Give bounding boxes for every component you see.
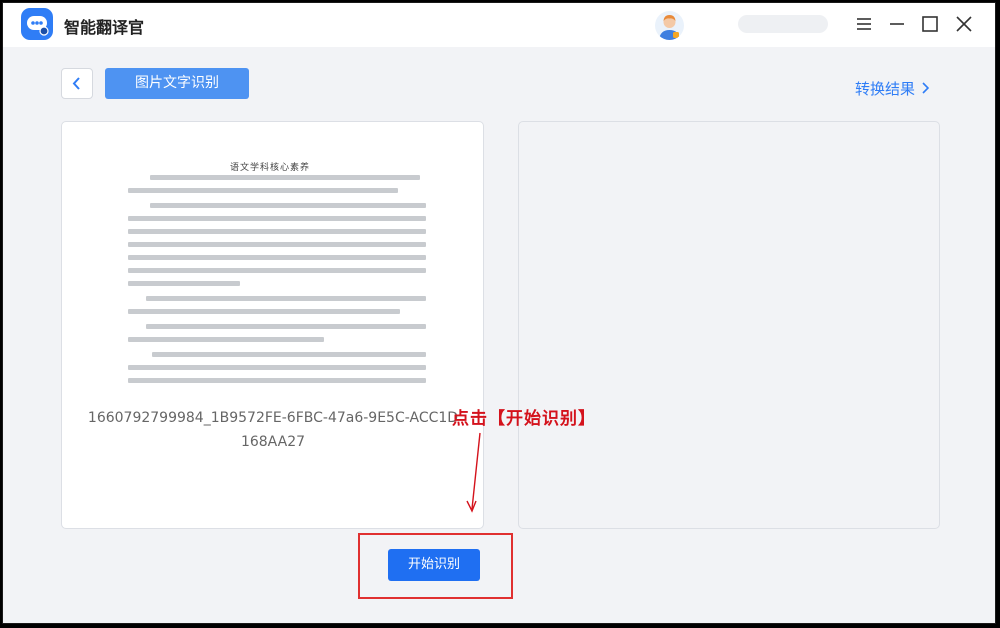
- doc-text-line: [152, 352, 426, 357]
- doc-text-line: [128, 242, 426, 247]
- tab-image-text-recognition[interactable]: 图片文字识别: [105, 68, 249, 99]
- doc-text-line: [128, 255, 426, 260]
- menu-icon[interactable]: [853, 13, 875, 35]
- doc-text-line: [150, 175, 420, 180]
- doc-text-line: [128, 229, 426, 234]
- conversion-result-link[interactable]: 转换结果: [855, 78, 930, 99]
- back-button[interactable]: [61, 68, 93, 99]
- title-bar: 智能翻译官: [3, 3, 995, 47]
- doc-text-line: [128, 378, 426, 383]
- doc-text-line: [128, 337, 324, 342]
- document-image-preview: 语文学科核心素养: [128, 158, 428, 388]
- chevron-left-icon: [72, 77, 80, 90]
- instruction-annotation: 点击【开始识别】: [452, 409, 596, 429]
- doc-text-line: [128, 365, 426, 370]
- maximize-icon[interactable]: [919, 13, 941, 35]
- user-avatar[interactable]: [655, 11, 684, 40]
- doc-text-line: [146, 296, 426, 301]
- doc-text-line: [128, 268, 426, 273]
- minimize-icon[interactable]: [886, 13, 908, 35]
- close-icon[interactable]: [953, 13, 975, 35]
- image-file-name: 1660792799984_1B9572FE-6FBC-47a6-9E5C-AC…: [87, 410, 459, 450]
- chevron-right-icon: [921, 80, 930, 98]
- annotation-arrow-icon: [466, 432, 481, 513]
- doc-text-line: [128, 188, 398, 193]
- doc-text-line: [146, 324, 426, 329]
- start-recognition-button[interactable]: 开始识别: [388, 549, 480, 581]
- conversion-result-label: 转换结果: [855, 80, 916, 98]
- recognition-result-panel: [518, 121, 940, 529]
- doc-text-line: [128, 216, 426, 221]
- source-image-panel: 语文学科核心素养 1660792799984_1B9572FE-6FBC-47a…: [61, 121, 484, 529]
- doc-text-line: [128, 281, 240, 286]
- app-logo-icon: [21, 8, 53, 40]
- doc-text-line: [150, 203, 426, 208]
- doc-text-line: [128, 309, 400, 314]
- app-window: 智能翻译官 图片文字识别 转换结果 语文学科核心素养 1660792799984…: [2, 2, 996, 624]
- user-name-redacted: [738, 15, 828, 33]
- document-title: 语文学科核心素养: [230, 163, 311, 173]
- app-title: 智能翻译官: [64, 18, 145, 37]
